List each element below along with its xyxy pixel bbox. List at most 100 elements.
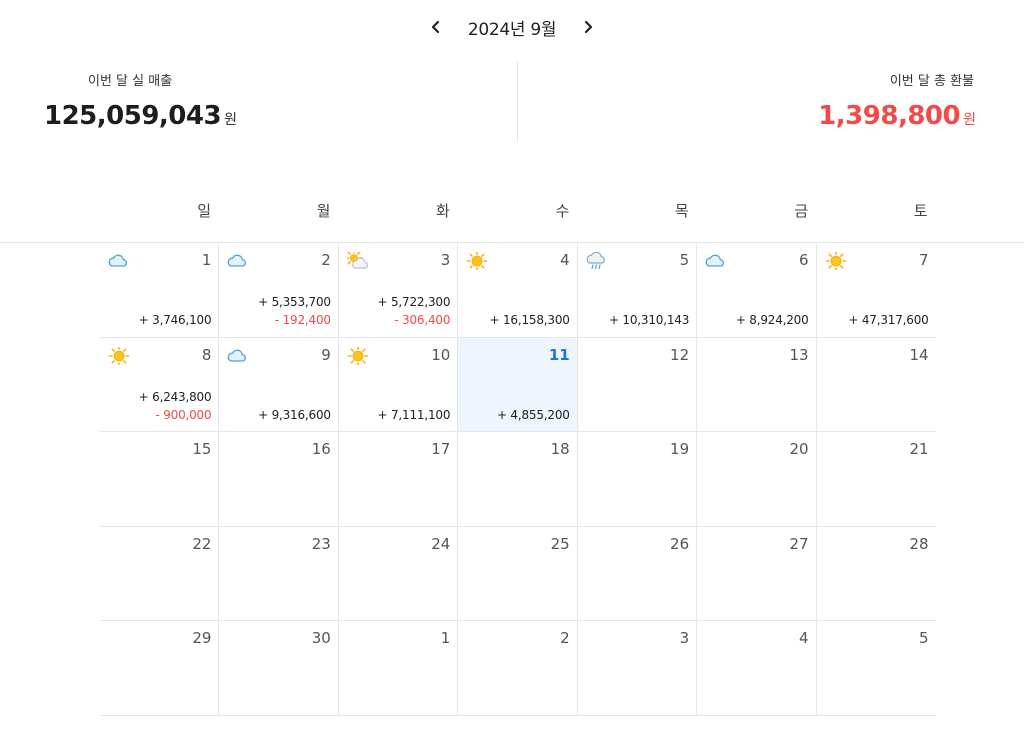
day-number: 15 (192, 440, 212, 459)
day-number: 2 (560, 629, 570, 648)
daily-sales-amount: + 10,310,143 (608, 313, 690, 327)
day-number: 20 (789, 440, 809, 459)
daily-refund-amount: - 900,000 (155, 407, 212, 422)
calendar-day-cell[interactable]: 22 (100, 526, 220, 622)
calendar-day-cell[interactable]: 20 (697, 432, 817, 527)
daily-refund-amount: - 192,400 (274, 313, 331, 327)
calendar-day-cell[interactable]: 1 + 3,746,100 (100, 243, 220, 338)
day-number: 17 (431, 440, 451, 459)
day-number: 8 (201, 345, 212, 364)
summary-divider (517, 62, 518, 142)
day-number: 11 (548, 345, 570, 364)
cloud-weather-icon (228, 349, 247, 362)
calendar-day-cell[interactable]: 3 (577, 621, 698, 716)
calendar-day-cell[interactable]: 9 + 9,316,600 (219, 337, 339, 433)
calendar-day-cell[interactable]: 5 (816, 621, 936, 716)
weekday-label: 수 (555, 202, 570, 220)
daily-sales-amount: + 16,158,300 (489, 313, 570, 327)
weekday-header: 일월화수목금토 (100, 200, 936, 224)
day-number: 13 (789, 345, 809, 364)
calendar-day-cell[interactable]: 3 + 5,722,300 - 306,400 (338, 243, 459, 338)
calendar-day-cell[interactable]: 30 (219, 621, 339, 716)
sun-weather-icon (347, 346, 369, 365)
calendar-day-cell[interactable]: 26 (577, 526, 698, 622)
chevron-right-icon (585, 20, 593, 34)
calendar-day-cell[interactable]: 28 (816, 527, 936, 622)
day-number: 10 (431, 345, 451, 364)
day-number: 25 (550, 534, 570, 553)
prev-month-button[interactable] (426, 15, 446, 39)
calendar-day-cell[interactable]: 10 + 7,111,100 (338, 337, 459, 433)
calendar-day-cell[interactable]: 5 + 10,310,143 (577, 243, 698, 338)
day-number: 23 (311, 534, 331, 553)
day-number: 18 (550, 440, 570, 459)
calendar-day-cell[interactable]: 19 (577, 432, 698, 527)
day-number: 12 (670, 345, 690, 364)
monthly-sales-value: 125,059,043 (44, 101, 222, 131)
day-number: 26 (670, 534, 690, 553)
calendar-day-cell[interactable]: 21 (816, 432, 936, 527)
currency-unit: 원 (963, 112, 976, 128)
weekday-label: 목 (674, 202, 689, 220)
calendar-day-cell[interactable]: 7 + 47,317,600 (816, 243, 936, 338)
calendar-day-today[interactable]: 11 + 4,855,200 (458, 337, 578, 433)
daily-sales-amount: + 47,317,600 (848, 313, 929, 327)
calendar-day-cell[interactable]: 17 (338, 432, 459, 527)
calendar-day-cell[interactable]: 18 (458, 432, 578, 527)
weekday-label: 화 (436, 202, 450, 220)
day-number: 24 (431, 534, 451, 553)
day-number: 16 (311, 440, 331, 459)
calendar-day-cell[interactable]: 12 (577, 337, 698, 433)
calendar-day-cell[interactable]: 27 (697, 526, 817, 622)
day-number: 5 (679, 251, 690, 269)
day-number: 3 (440, 251, 451, 269)
calendar-day-cell[interactable]: 23 (219, 526, 339, 622)
calendar-day-cell[interactable]: 16 (219, 432, 339, 527)
day-number: 21 (909, 440, 929, 459)
sun-weather-icon (108, 346, 130, 365)
monthly-refund-value: 1,398,800 (818, 101, 961, 131)
monthly-sales-summary: 이번 달 실 매출 125,059,043 원 (44, 70, 244, 131)
day-number: 28 (909, 534, 929, 553)
day-number: 29 (192, 629, 212, 648)
next-month-button[interactable] (578, 15, 598, 39)
calendar-day-cell[interactable]: 4 + 16,158,300 (458, 243, 578, 338)
partly-sunny-weather-icon (346, 252, 369, 269)
day-number: 9 (321, 345, 331, 364)
day-number: 19 (670, 440, 690, 459)
calendar-day-cell[interactable]: 25 (458, 526, 578, 622)
day-number: 3 (679, 629, 690, 648)
calendar-day-cell[interactable]: 14 (816, 338, 936, 433)
calendar-day-cell[interactable]: 6 + 8,924,200 (697, 243, 817, 338)
calendar-day-cell[interactable]: 29 (100, 621, 220, 716)
day-number: 5 (919, 629, 929, 648)
calendar-day-cell[interactable]: 24 (338, 526, 459, 622)
daily-sales-amount: + 7,111,100 (377, 407, 451, 422)
monthly-refund-summary: 이번 달 총 환불 1,398,800 원 (780, 70, 976, 131)
cloud-weather-icon (228, 254, 247, 267)
calendar-day-cell[interactable]: 15 (100, 432, 220, 527)
daily-sales-amount: + 5,722,300 (377, 295, 451, 309)
day-number: 7 (919, 251, 929, 269)
calendar-day-cell[interactable]: 4 (697, 621, 817, 716)
day-number: 14 (909, 345, 929, 364)
currency-unit: 원 (224, 112, 237, 128)
calendar-day-cell[interactable]: 13 (697, 337, 817, 433)
weekday-label: 월 (316, 202, 331, 220)
monthly-refund-label: 이번 달 총 환불 (889, 74, 974, 89)
day-number: 22 (192, 534, 212, 553)
daily-sales-amount: + 6,243,800 (138, 389, 212, 404)
calendar-grid: 1 + 3,746,100 2 + 5,353,700 - 192,400 3 + 5,72… (100, 243, 936, 716)
daily-sales-amount: + 4,855,200 (496, 407, 570, 422)
calendar-day-cell[interactable]: 2 + 5,353,700 - 192,400 (219, 243, 339, 338)
calendar-day-cell[interactable]: 2 (458, 621, 578, 716)
cloud-weather-icon (108, 254, 127, 267)
day-number: 27 (789, 534, 809, 553)
day-number: 2 (321, 251, 331, 269)
calendar-day-cell[interactable]: 8 + 6,243,800 - 900,000 (100, 337, 220, 433)
daily-sales-amount: + 3,746,100 (138, 313, 212, 327)
sun-weather-icon (825, 252, 846, 270)
calendar-day-cell[interactable]: 1 (338, 621, 459, 716)
daily-sales-amount: + 8,924,200 (735, 313, 809, 327)
chevron-left-icon (431, 20, 439, 34)
